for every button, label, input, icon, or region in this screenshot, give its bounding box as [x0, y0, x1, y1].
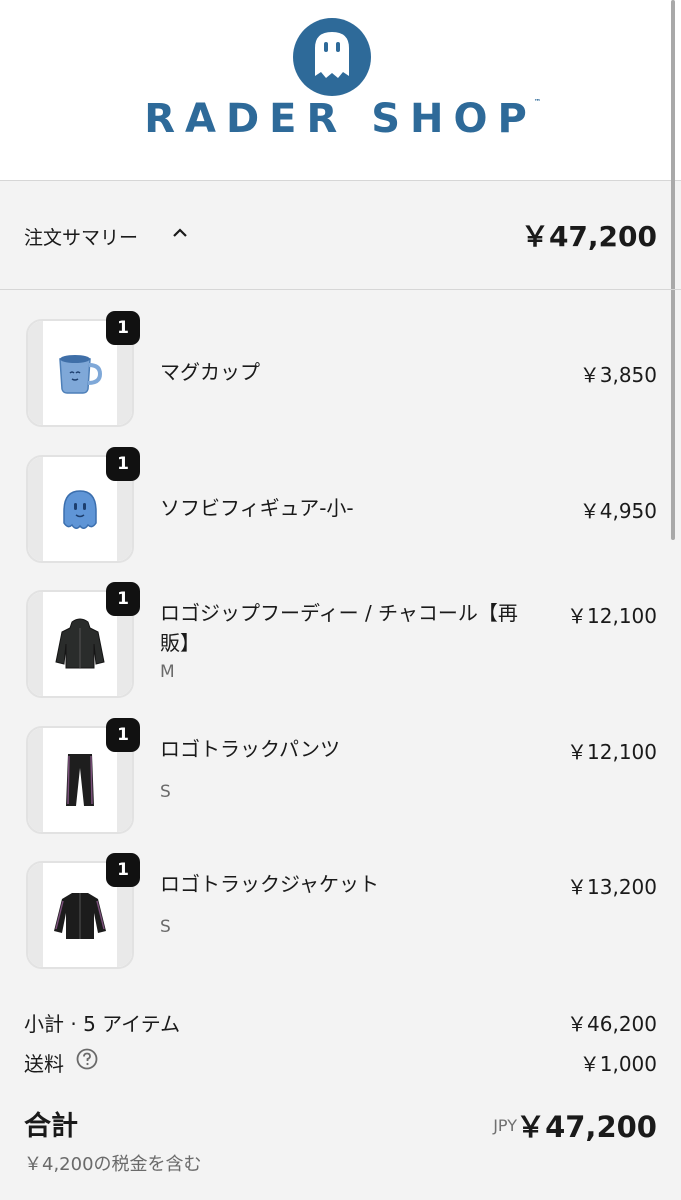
chevron-up-icon — [173, 228, 187, 237]
line-item: 1 マグカップ ￥3,850 — [0, 311, 681, 429]
subtotal-value: ￥46,200 — [567, 1012, 657, 1036]
line-item: 1 ロゴジップフーディー / チャコール【再販】 M ￥12,100 — [0, 582, 681, 700]
order-summary-toggle[interactable]: 注文サマリー ￥47,200 — [0, 181, 681, 290]
total-label: 合計 — [24, 1111, 78, 1142]
item-price: ￥13,200 — [567, 875, 657, 899]
line-item: 1 ロゴトラックジャケット S ￥13,200 — [0, 853, 681, 971]
item-name: ロゴトラックパンツ — [160, 737, 340, 761]
item-name: ロゴジップフーディー / チャコール【再販】 — [160, 601, 518, 655]
question-circle-icon[interactable] — [76, 1048, 98, 1070]
line-item: 1 ロゴトラックパンツ S ￥12,100 — [0, 718, 681, 836]
trademark-symbol: ™ — [534, 98, 541, 106]
shop-header: RADER SHOP ™ — [0, 0, 681, 181]
item-variant: S — [160, 782, 171, 802]
ghost-face-icon[interactable] — [293, 18, 371, 96]
jacket-icon — [54, 893, 106, 939]
item-name: ソフビフィギュア-小- — [160, 496, 354, 520]
total-value: ￥47,200 — [516, 1110, 657, 1144]
item-name: マグカップ — [160, 360, 260, 384]
figure-icon — [63, 490, 97, 529]
line-item: 1 ソフビフィギュア-小- ￥4,950 — [0, 447, 681, 565]
currency-code: JPY — [493, 1116, 517, 1135]
tax-note: ￥4,200の税金を含む — [24, 1154, 202, 1175]
pants-icon — [66, 754, 94, 806]
item-price: ￥12,100 — [567, 740, 657, 764]
quantity-badge: 1 — [106, 447, 140, 481]
quantity-badge: 1 — [106, 311, 140, 345]
quantity-badge: 1 — [106, 582, 140, 616]
item-name: ロゴトラックジャケット — [160, 872, 379, 896]
quantity-badge: 1 — [106, 718, 140, 752]
order-summary-label: 注文サマリー — [24, 227, 139, 249]
mug-icon — [59, 355, 103, 394]
item-variant: S — [160, 917, 171, 937]
item-variant: M — [160, 662, 175, 682]
item-price: ￥12,100 — [567, 604, 657, 628]
logo-text[interactable]: RADER SHOP — [0, 96, 681, 142]
shipping-value: ￥1,000 — [579, 1052, 657, 1076]
quantity-badge: 1 — [106, 853, 140, 887]
subtotal-label: 小計 · 5 アイテム — [24, 1012, 181, 1036]
shipping-label: 送料 — [24, 1052, 64, 1076]
item-price: ￥3,850 — [579, 363, 657, 387]
item-price: ￥4,950 — [579, 499, 657, 523]
hoodie-icon — [55, 618, 105, 669]
order-summary-total: ￥47,200 — [520, 220, 657, 253]
